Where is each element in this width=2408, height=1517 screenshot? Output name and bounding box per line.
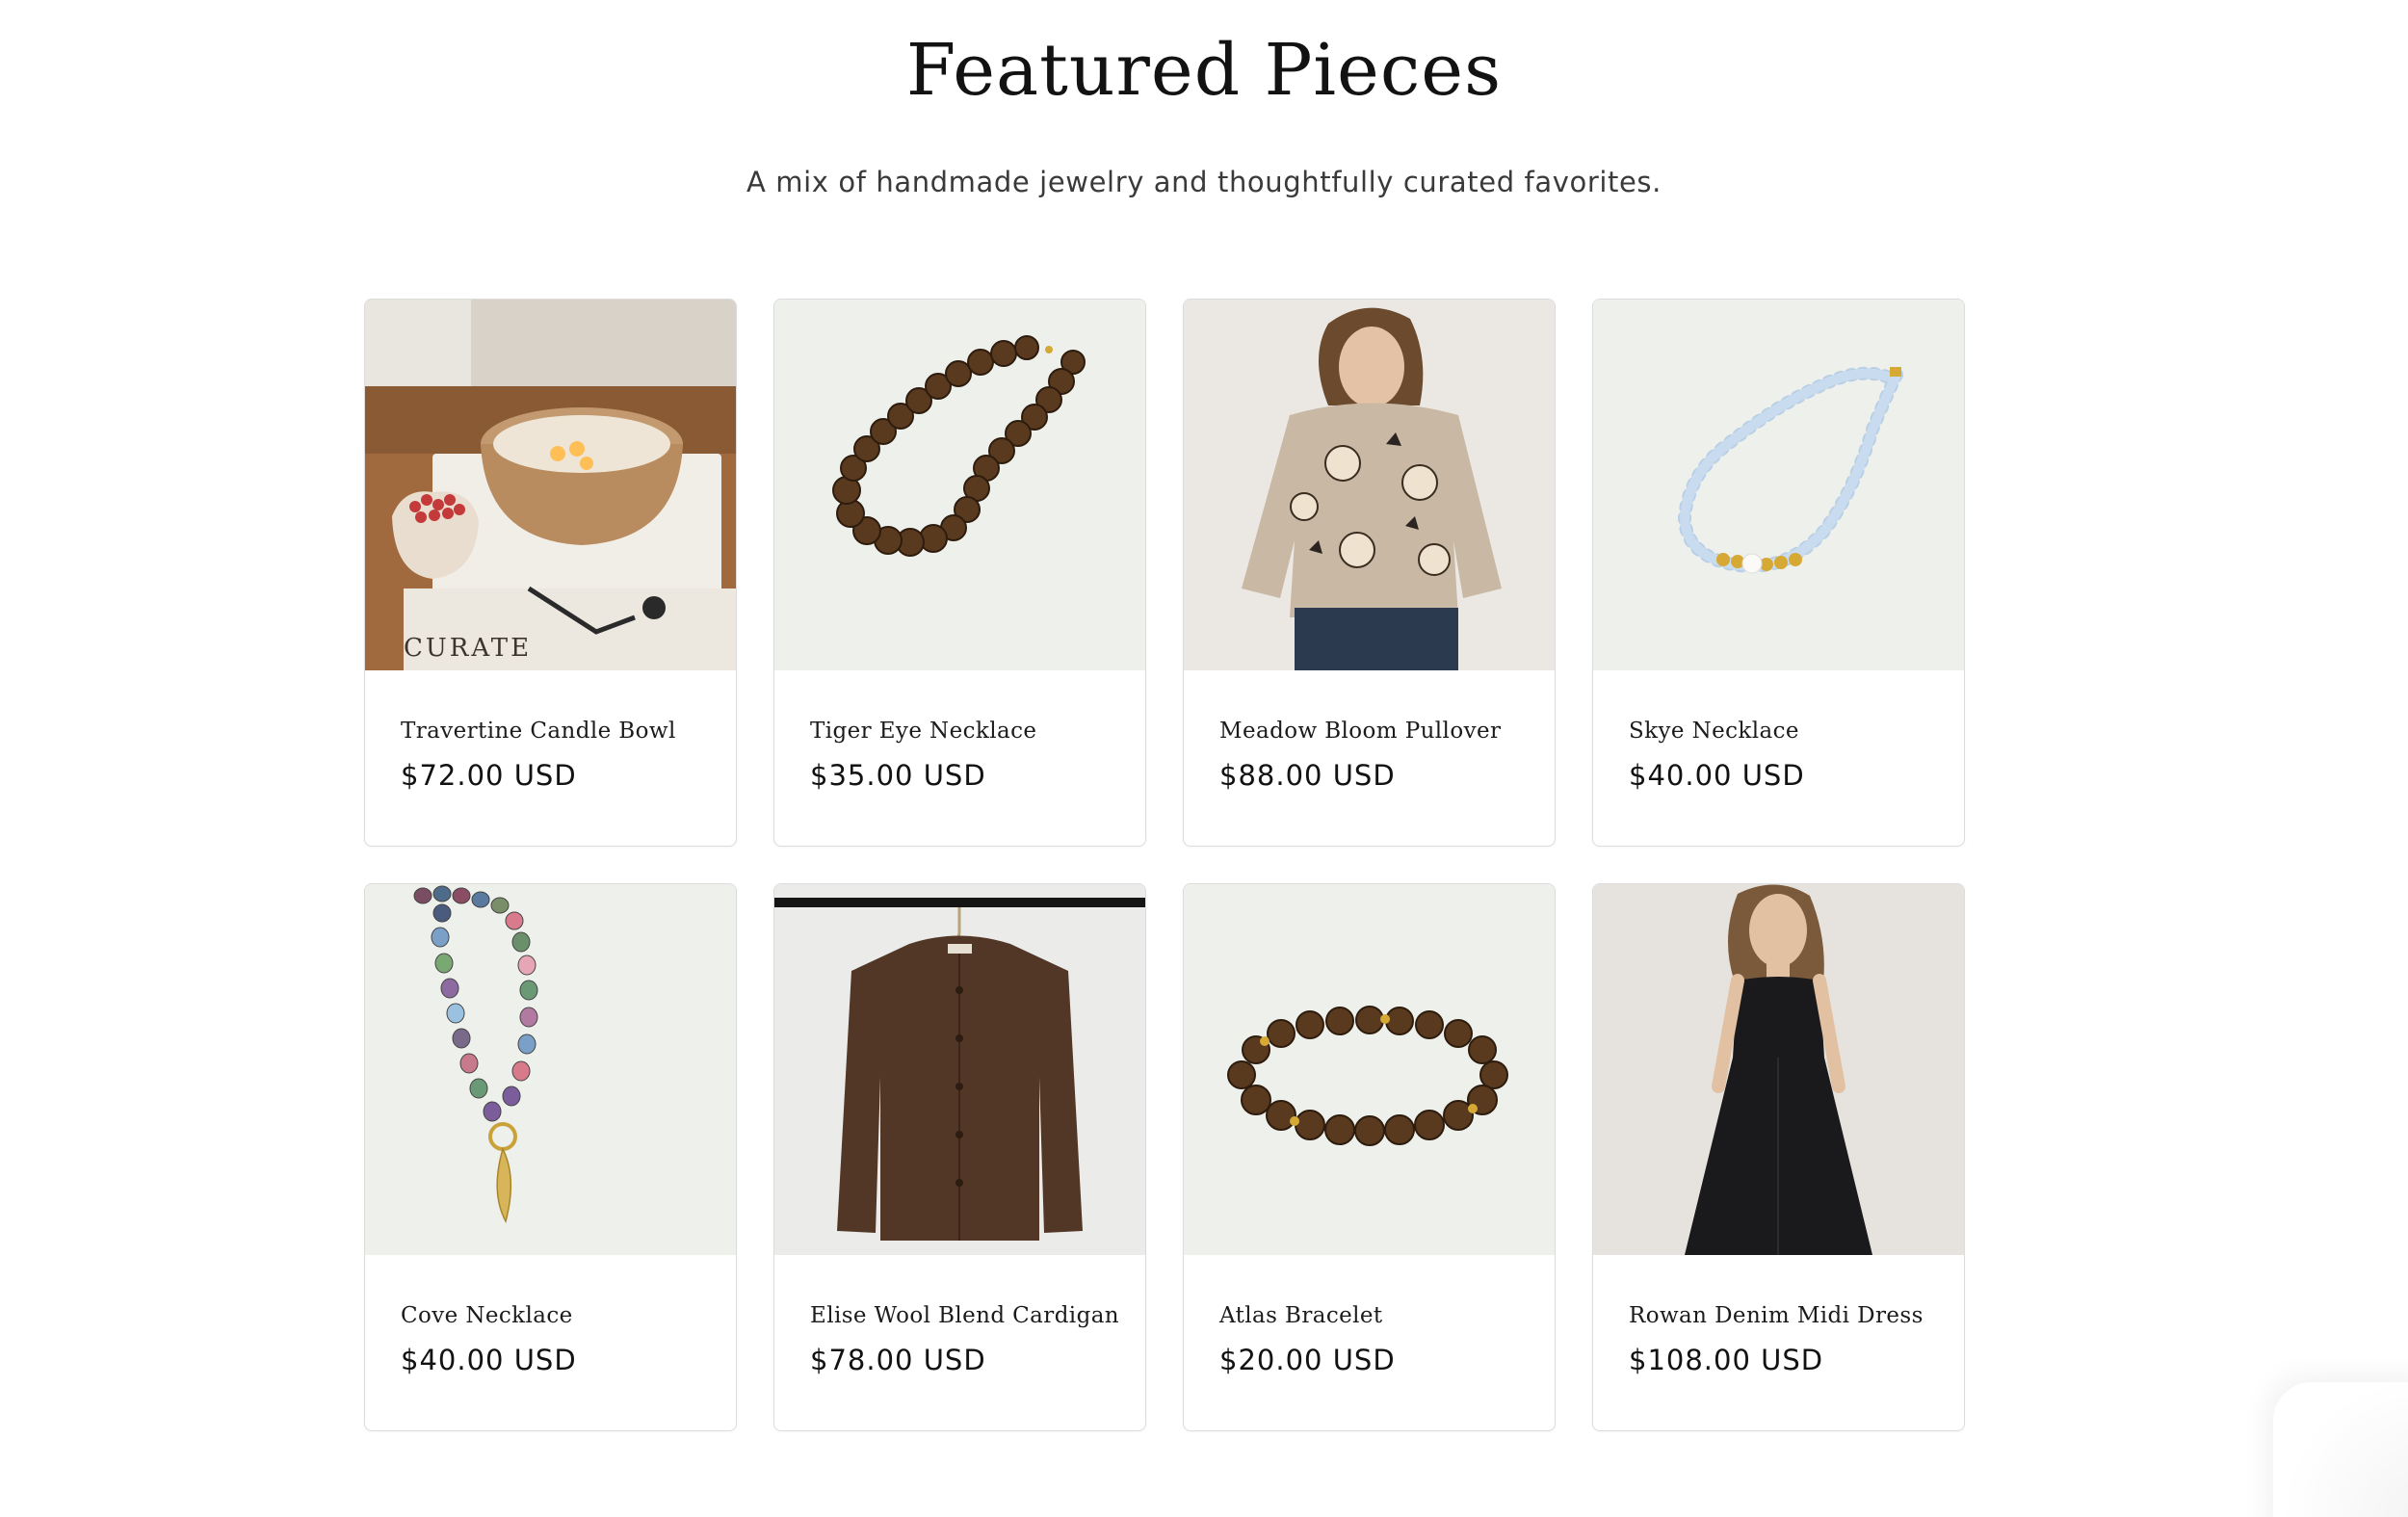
product-title[interactable]: Meadow Bloom Pullover [1219,717,1519,745]
product-title[interactable]: Skye Necklace [1629,717,1928,745]
featured-collection-page: Featured Pieces A mix of handmade jewelr… [0,0,2408,1517]
product-price: $35.00 USD [810,759,986,792]
product-price: $20.00 USD [1219,1344,1396,1376]
product-title[interactable]: Elise Wool Blend Cardigan [810,1301,1119,1330]
product-info: Tiger Eye Necklace $35.00 USD [774,670,1145,792]
product-info: Travertine Candle Bowl $72.00 USD [365,670,736,792]
book-cover-text: CURATE [404,634,532,663]
product-card[interactable]: Cove Necklace $40.00 USD [364,883,737,1431]
product-card[interactable]: Tiger Eye Necklace $35.00 USD [773,299,1146,847]
product-image-blue-necklace[interactable] [1593,300,1964,670]
product-card[interactable]: Skye Necklace $40.00 USD [1592,299,1965,847]
product-card[interactable]: Meadow Bloom Pullover $88.00 USD [1183,299,1556,847]
product-image-multicolor-necklace[interactable] [365,884,736,1255]
product-info: Rowan Denim Midi Dress $108.00 USD [1593,1255,1964,1376]
product-info: Elise Wool Blend Cardigan $78.00 USD [774,1255,1145,1376]
product-card[interactable]: Rowan Denim Midi Dress $108.00 USD [1592,883,1965,1431]
product-price: $72.00 USD [401,759,577,792]
chat-widget-edge[interactable] [2273,1382,2408,1517]
product-info: Skye Necklace $40.00 USD [1593,670,1964,792]
product-image-tiger-eye-necklace[interactable] [774,300,1145,670]
product-info: Atlas Bracelet $20.00 USD [1184,1255,1555,1376]
product-price: $40.00 USD [1629,759,1805,792]
product-info: Meadow Bloom Pullover $88.00 USD [1184,670,1555,792]
product-card[interactable]: CURATE Travertine Candle Bowl $72.00 USD [364,299,737,847]
product-image-floral-pullover[interactable] [1184,300,1555,670]
section-title: Featured Pieces [905,29,1503,112]
product-image-black-midi-dress[interactable] [1593,884,1964,1255]
product-image-candle-bowl[interactable]: CURATE [365,300,736,670]
product-title[interactable]: Atlas Bracelet [1219,1301,1519,1330]
product-grid: CURATE Travertine Candle Bowl $72.00 USD… [364,299,1965,1431]
product-price: $78.00 USD [810,1344,986,1376]
product-price: $88.00 USD [1219,759,1396,792]
product-title[interactable]: Travertine Candle Bowl [401,717,700,745]
product-image-brown-cardigan[interactable] [774,884,1145,1255]
product-card[interactable]: Atlas Bracelet $20.00 USD [1183,883,1556,1431]
product-price: $40.00 USD [401,1344,577,1376]
product-info: Cove Necklace $40.00 USD [365,1255,736,1376]
product-title[interactable]: Rowan Denim Midi Dress [1629,1301,1928,1330]
product-title[interactable]: Tiger Eye Necklace [810,717,1110,745]
section-subtitle: A mix of handmade jewelry and thoughtful… [746,166,1662,198]
product-price: $108.00 USD [1629,1344,1824,1376]
product-title[interactable]: Cove Necklace [401,1301,700,1330]
product-card[interactable]: Elise Wool Blend Cardigan $78.00 USD [773,883,1146,1431]
product-image-tiger-eye-bracelet[interactable] [1184,884,1555,1255]
